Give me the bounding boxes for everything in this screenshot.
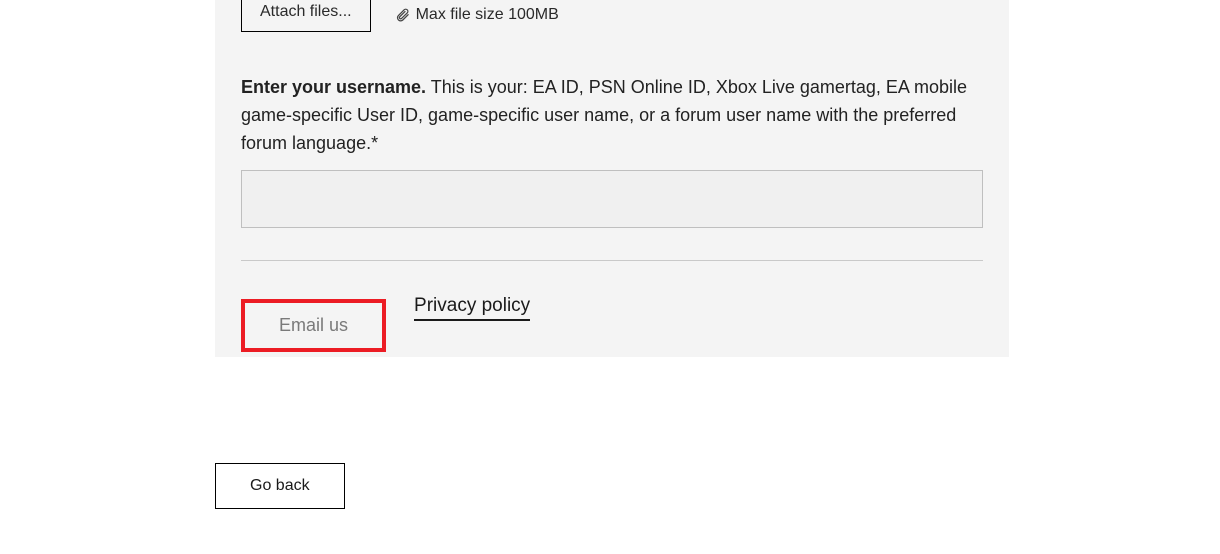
username-label-bold: Enter your username. xyxy=(241,77,426,97)
username-label: Enter your username. This is your: EA ID… xyxy=(241,74,983,158)
form-panel: Attach files... Max file size 100MB Ente… xyxy=(215,0,1009,357)
email-us-button[interactable]: Email us xyxy=(241,299,386,352)
attach-files-button[interactable]: Attach files... xyxy=(241,0,371,32)
privacy-policy-link[interactable]: Privacy policy xyxy=(414,295,530,321)
go-back-button[interactable]: Go back xyxy=(215,463,345,509)
max-file-size: Max file size 100MB xyxy=(395,6,559,24)
max-file-text: Max file size 100MB xyxy=(416,6,559,24)
username-input[interactable] xyxy=(241,170,983,228)
username-block: Enter your username. This is your: EA ID… xyxy=(241,74,983,228)
action-row: Email us Privacy policy xyxy=(241,299,983,352)
divider xyxy=(241,260,983,261)
paperclip-icon xyxy=(395,7,410,23)
attach-row: Attach files... Max file size 100MB xyxy=(241,0,983,38)
